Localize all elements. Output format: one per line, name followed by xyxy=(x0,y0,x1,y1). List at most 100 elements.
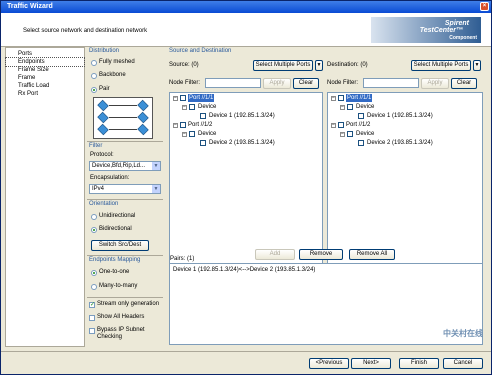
stream-only-checkbox[interactable]: ✓ xyxy=(89,302,95,308)
destination-port-1[interactable]: Port //1/1 xyxy=(346,94,373,102)
collapse-icon[interactable]: − xyxy=(331,96,336,101)
label-fully-meshed: Fully meshed xyxy=(99,59,135,65)
previous-button[interactable]: <Previous xyxy=(309,358,349,369)
tree-checkbox[interactable] xyxy=(180,95,186,101)
source-device-1[interactable]: Device 1 (192.85.1.3/24) xyxy=(209,112,275,120)
source-destination-pane: Source and Destination Source: (0) Selec… xyxy=(167,47,487,347)
cancel-button[interactable]: Cancel xyxy=(443,358,483,369)
tree-checkbox[interactable] xyxy=(338,95,344,101)
tree-checkbox[interactable] xyxy=(189,104,195,110)
radio-fully-meshed[interactable] xyxy=(91,60,97,66)
tree-checkbox[interactable] xyxy=(200,140,206,146)
next-button[interactable]: Next> xyxy=(351,358,391,369)
source-ports-dropdown-icon[interactable]: ▼ xyxy=(315,60,323,71)
show-all-headers-checkbox[interactable] xyxy=(89,315,95,321)
tree-checkbox[interactable] xyxy=(358,140,364,146)
source-node-filter-input[interactable] xyxy=(205,78,261,88)
header-subtitle: Select source network and destination ne… xyxy=(23,28,148,34)
destination-node-filter-label: Node Filter: xyxy=(327,80,359,86)
destination-device-2[interactable]: Device 2 (193.85.1.3/24) xyxy=(367,139,433,147)
encapsulation-select[interactable]: IPv4 ▼ xyxy=(89,184,161,194)
collapse-icon[interactable]: − xyxy=(331,123,336,128)
logo-line1: Spirent xyxy=(444,20,469,27)
wizard-footer: <Previous Next> Finish Cancel xyxy=(1,351,491,374)
pairs-list: Device 1 (192.85.1.3/24)<-->Device 2 (19… xyxy=(169,263,483,345)
nav-item-traffic-load[interactable]: Traffic Load xyxy=(6,82,84,90)
label-backbone: Backbone xyxy=(99,72,126,78)
destination-apply-button[interactable]: Apply xyxy=(421,78,449,89)
protocol-label: Protocol: xyxy=(90,152,114,158)
tree-checkbox[interactable] xyxy=(338,122,344,128)
chevron-down-icon: ▼ xyxy=(152,185,160,193)
finish-button[interactable]: Finish xyxy=(399,358,439,369)
destination-ports-dropdown-icon[interactable]: ▼ xyxy=(473,60,481,71)
logo-line2: TestCenter™ xyxy=(419,27,463,34)
collapse-icon[interactable]: − xyxy=(182,105,187,110)
collapse-icon[interactable]: − xyxy=(182,132,187,137)
radio-backbone[interactable] xyxy=(91,73,97,79)
radio-unidirectional[interactable] xyxy=(91,214,97,220)
radio-pair[interactable] xyxy=(91,87,97,93)
tree-checkbox[interactable] xyxy=(347,104,353,110)
source-count-label: Source: (0) xyxy=(169,62,199,68)
nav-item-endpoints[interactable]: Endpoints xyxy=(5,57,85,67)
destination-count-label: Destination: (0) xyxy=(327,62,368,68)
pair-topology-diagram-icon xyxy=(93,97,153,139)
distribution-title: Distribution xyxy=(89,48,120,54)
destination-device-group-1[interactable]: Device xyxy=(356,103,374,111)
source-apply-button[interactable]: Apply xyxy=(263,78,291,89)
collapse-icon[interactable]: − xyxy=(173,96,178,101)
source-destination-title: Source and Destination xyxy=(169,48,232,54)
source-port-2[interactable]: Port //1/2 xyxy=(188,121,212,129)
nav-item-ports[interactable]: Ports xyxy=(6,50,84,58)
collapse-icon[interactable]: − xyxy=(340,132,345,137)
destination-select-multiple-ports-button[interactable]: Select Multiple Ports xyxy=(411,60,471,71)
switch-src-dest-button[interactable]: Switch Src/Dest xyxy=(91,240,149,251)
endpoints-mapping-title: Endpoints Mapping xyxy=(89,257,141,263)
remove-pair-button[interactable]: Remove xyxy=(299,249,343,260)
radio-many-to-many[interactable] xyxy=(91,284,97,290)
radio-one-to-one[interactable] xyxy=(91,270,97,276)
orientation-title: Orientation xyxy=(89,201,119,207)
add-pair-button[interactable]: Add xyxy=(255,249,295,260)
source-clear-button[interactable]: Clear xyxy=(293,78,319,89)
title-bar: Traffic Wizard × xyxy=(1,1,491,13)
source-select-multiple-ports-button[interactable]: Select Multiple Ports xyxy=(253,60,313,71)
close-icon[interactable]: × xyxy=(480,2,489,11)
bypass-ip-checkbox[interactable] xyxy=(89,328,95,334)
window-title: Traffic Wizard xyxy=(7,3,53,10)
tree-checkbox[interactable] xyxy=(180,122,186,128)
tree-checkbox[interactable] xyxy=(347,131,353,137)
destination-device-group-2[interactable]: Device xyxy=(356,130,374,138)
wizard-header: Select source network and destination ne… xyxy=(1,13,491,47)
radio-bidirectional[interactable] xyxy=(91,227,97,233)
destination-clear-button[interactable]: Clear xyxy=(451,78,477,89)
tree-checkbox[interactable] xyxy=(189,131,195,137)
filter-title: Filter xyxy=(89,143,103,149)
destination-port-2[interactable]: Port //1/2 xyxy=(346,121,370,129)
source-device-group-1[interactable]: Device xyxy=(198,103,216,111)
nav-item-frame-size[interactable]: Frame Size xyxy=(6,66,84,74)
divider xyxy=(87,297,163,298)
source-port-1[interactable]: Port //1/1 xyxy=(188,94,215,102)
source-device-group-2[interactable]: Device xyxy=(198,130,216,138)
source-device-2[interactable]: Device 2 (193.85.1.3/24) xyxy=(209,139,275,147)
nav-item-rx-port[interactable]: Rx Port xyxy=(6,90,84,98)
destination-node-filter-input[interactable] xyxy=(363,78,419,88)
tree-checkbox[interactable] xyxy=(358,113,364,119)
label-one-to-one: One-to-one xyxy=(99,269,130,275)
protocol-select[interactable]: Device,Bfd,Rip,Ld... ▼ xyxy=(89,161,161,171)
pair-item[interactable]: Device 1 (192.85.1.3/24)<-->Device 2 (19… xyxy=(173,266,315,274)
divider xyxy=(87,141,163,142)
tree-checkbox[interactable] xyxy=(200,113,206,119)
label-unidirectional: Unidirectional xyxy=(99,213,136,219)
logo-line3: Component xyxy=(449,35,477,41)
label-many-to-many: Many-to-many xyxy=(99,283,138,289)
destination-device-1[interactable]: Device 1 (192.85.1.3/24) xyxy=(367,112,433,120)
collapse-icon[interactable]: − xyxy=(173,123,178,128)
encapsulation-label: Encapsulation: xyxy=(90,175,130,181)
nav-item-frame[interactable]: Frame xyxy=(6,74,84,82)
remove-all-pairs-button[interactable]: Remove All xyxy=(349,249,395,260)
label-bidirectional: Bidirectional xyxy=(99,226,132,232)
collapse-icon[interactable]: − xyxy=(340,105,345,110)
